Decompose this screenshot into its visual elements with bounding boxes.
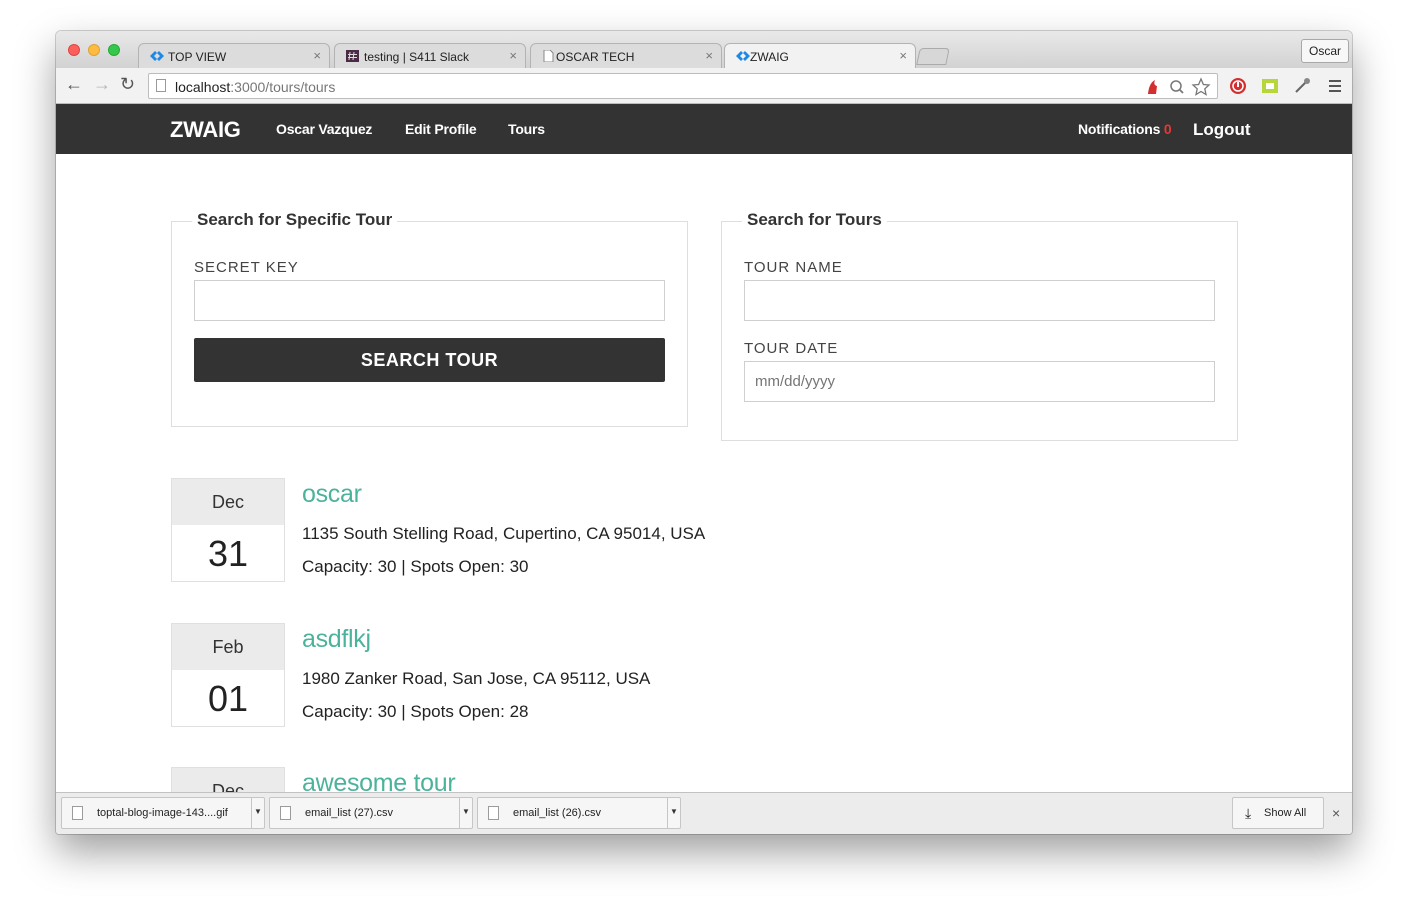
nav-link-tours[interactable]: Tours [508,121,545,137]
notification-count-badge: 0 [1163,121,1172,137]
chevron-down-icon[interactable]: ▼ [251,798,264,828]
eyedropper-icon[interactable] [1293,77,1311,95]
page-content: Search for Specific Tour SECRET KEY SEAR… [56,154,1352,792]
tour-item: Dec awesome tour [171,767,1071,792]
search-tour-button[interactable]: SEARCH TOUR [194,338,665,382]
tour-name-link[interactable]: awesome tour [302,769,456,792]
page-icon [156,79,166,92]
brand-logo[interactable]: ZWAIG [170,117,241,143]
tour-item: Dec 31 oscar 1135 South Stelling Road, C… [171,478,1071,582]
tour-search-panel: Search for Tours TOUR NAME TOUR DATE [721,210,1238,441]
tour-date-badge: Dec [171,767,285,792]
omnibox-actions [1148,77,1211,96]
forward-arrow-icon[interactable]: → [93,74,111,94]
download-filename: email_list (26).csv [513,807,602,819]
tab-top-view[interactable]: TOP VIEW × [138,43,330,68]
tour-name-link[interactable]: asdflkj [302,625,371,654]
nav-link-edit-profile[interactable]: Edit Profile [405,121,477,137]
tour-address: 1980 Zanker Road, San Jose, CA 95112, US… [302,669,651,688]
close-icon[interactable]: × [705,48,713,63]
tab-label: OSCAR TECH [556,50,635,64]
back-arrow-icon[interactable]: ← [65,74,83,94]
slack-hash-icon [346,50,359,62]
download-item[interactable]: email_list (27).csv ▼ [269,797,473,829]
bookmark-star-icon[interactable] [1191,77,1211,96]
panel-title: Search for Tours [742,210,887,230]
diamond-icon [736,51,750,61]
browser-window: TOP VIEW × testing | S411 Slack × OSCAR … [56,31,1352,834]
tour-name-link[interactable]: oscar [302,480,362,509]
tab-oscar-tech[interactable]: OSCAR TECH × [530,43,722,68]
tour-day: 01 [207,678,249,719]
zoom-icon[interactable] [1170,80,1184,94]
download-shelf: toptal-blog-image-143....gif ▼ email_lis… [56,792,1352,834]
tour-capacity: Capacity: 30 | Spots Open: 30 [302,557,529,576]
new-tab-button[interactable] [916,48,950,65]
url-host: localhost [175,79,231,95]
tab-label: TOP VIEW [168,50,227,64]
download-item[interactable]: email_list (26).csv ▼ [477,797,681,829]
url-path: :3000/tours/tours [230,79,336,95]
tab-slack[interactable]: testing | S411 Slack × [334,43,526,68]
reload-icon[interactable]: ↻ [120,74,135,94]
url-text: localhost:3000/tours/tours [175,79,335,95]
address-bar[interactable]: localhost:3000/tours/tours [148,73,1218,99]
diamond-icon [150,51,164,61]
download-filename: email_list (27).csv [305,807,394,819]
profile-button[interactable]: Oscar [1301,39,1350,63]
panel-title: Search for Specific Tour [192,210,398,230]
page-icon [543,50,554,62]
show-all-label: Show All [1264,807,1307,819]
file-icon [72,806,83,820]
close-icon[interactable]: × [1332,805,1340,821]
tour-day: 31 [207,533,249,574]
logout-link[interactable]: Logout [1193,120,1251,140]
specific-tour-search-panel: Search for Specific Tour SECRET KEY SEAR… [171,210,688,427]
tour-name-label: TOUR NAME [744,259,843,276]
adblock-icon[interactable] [1229,77,1247,95]
tour-date-badge: Dec 31 [171,478,285,582]
nav-link-profile-name[interactable]: Oscar Vazquez [276,121,372,137]
file-icon [488,806,499,820]
secret-key-input[interactable] [194,280,665,321]
chevron-down-icon[interactable]: ▼ [459,798,472,828]
tour-date-input[interactable] [744,361,1215,402]
tab-strip: TOP VIEW × testing | S411 Slack × OSCAR … [56,31,1352,69]
tab-zwaig[interactable]: ZWAIG × [724,43,916,69]
download-arrow-icon: ⤓ [1245,805,1252,821]
tour-month: Feb [172,624,284,670]
file-icon [280,806,291,820]
chevron-down-icon[interactable]: ▼ [667,798,680,828]
secret-key-label: SECRET KEY [194,259,299,276]
tour-date-label: TOUR DATE [744,340,839,357]
tour-month: Dec [172,768,284,792]
show-all-downloads-button[interactable]: ⤓ Show All [1232,797,1324,829]
tour-item: Feb 01 asdflkj 1980 Zanker Road, San Jos… [171,623,1071,727]
extension-green-icon[interactable] [1261,77,1279,95]
tab-label: ZWAIG [750,50,789,64]
close-window-button[interactable] [68,44,80,56]
close-icon[interactable]: × [899,48,907,63]
tour-name-input[interactable] [744,280,1215,321]
minimize-window-button[interactable] [88,44,100,56]
browser-toolbar: ← → ↻ localhost:3000/tours/tours [56,68,1352,104]
tour-address: 1135 South Stelling Road, Cupertino, CA … [302,524,706,543]
tab-label: testing | S411 Slack [364,50,469,64]
tour-month: Dec [172,479,284,525]
tour-date-badge: Feb 01 [171,623,285,727]
lastpass-icon[interactable] [1148,80,1157,94]
zoom-window-button[interactable] [108,44,120,56]
nav-link-notifications[interactable]: Notifications 0 [1078,121,1172,137]
close-icon[interactable]: × [313,48,321,63]
download-item[interactable]: toptal-blog-image-143....gif ▼ [61,797,265,829]
download-filename: toptal-blog-image-143....gif [97,807,228,819]
notifications-label: Notifications [1078,121,1161,137]
menu-icon[interactable] [1326,77,1344,95]
app-navbar: ZWAIG Oscar Vazquez Edit Profile Tours N… [56,104,1352,154]
tour-capacity: Capacity: 30 | Spots Open: 28 [302,702,529,721]
close-icon[interactable]: × [509,48,517,63]
